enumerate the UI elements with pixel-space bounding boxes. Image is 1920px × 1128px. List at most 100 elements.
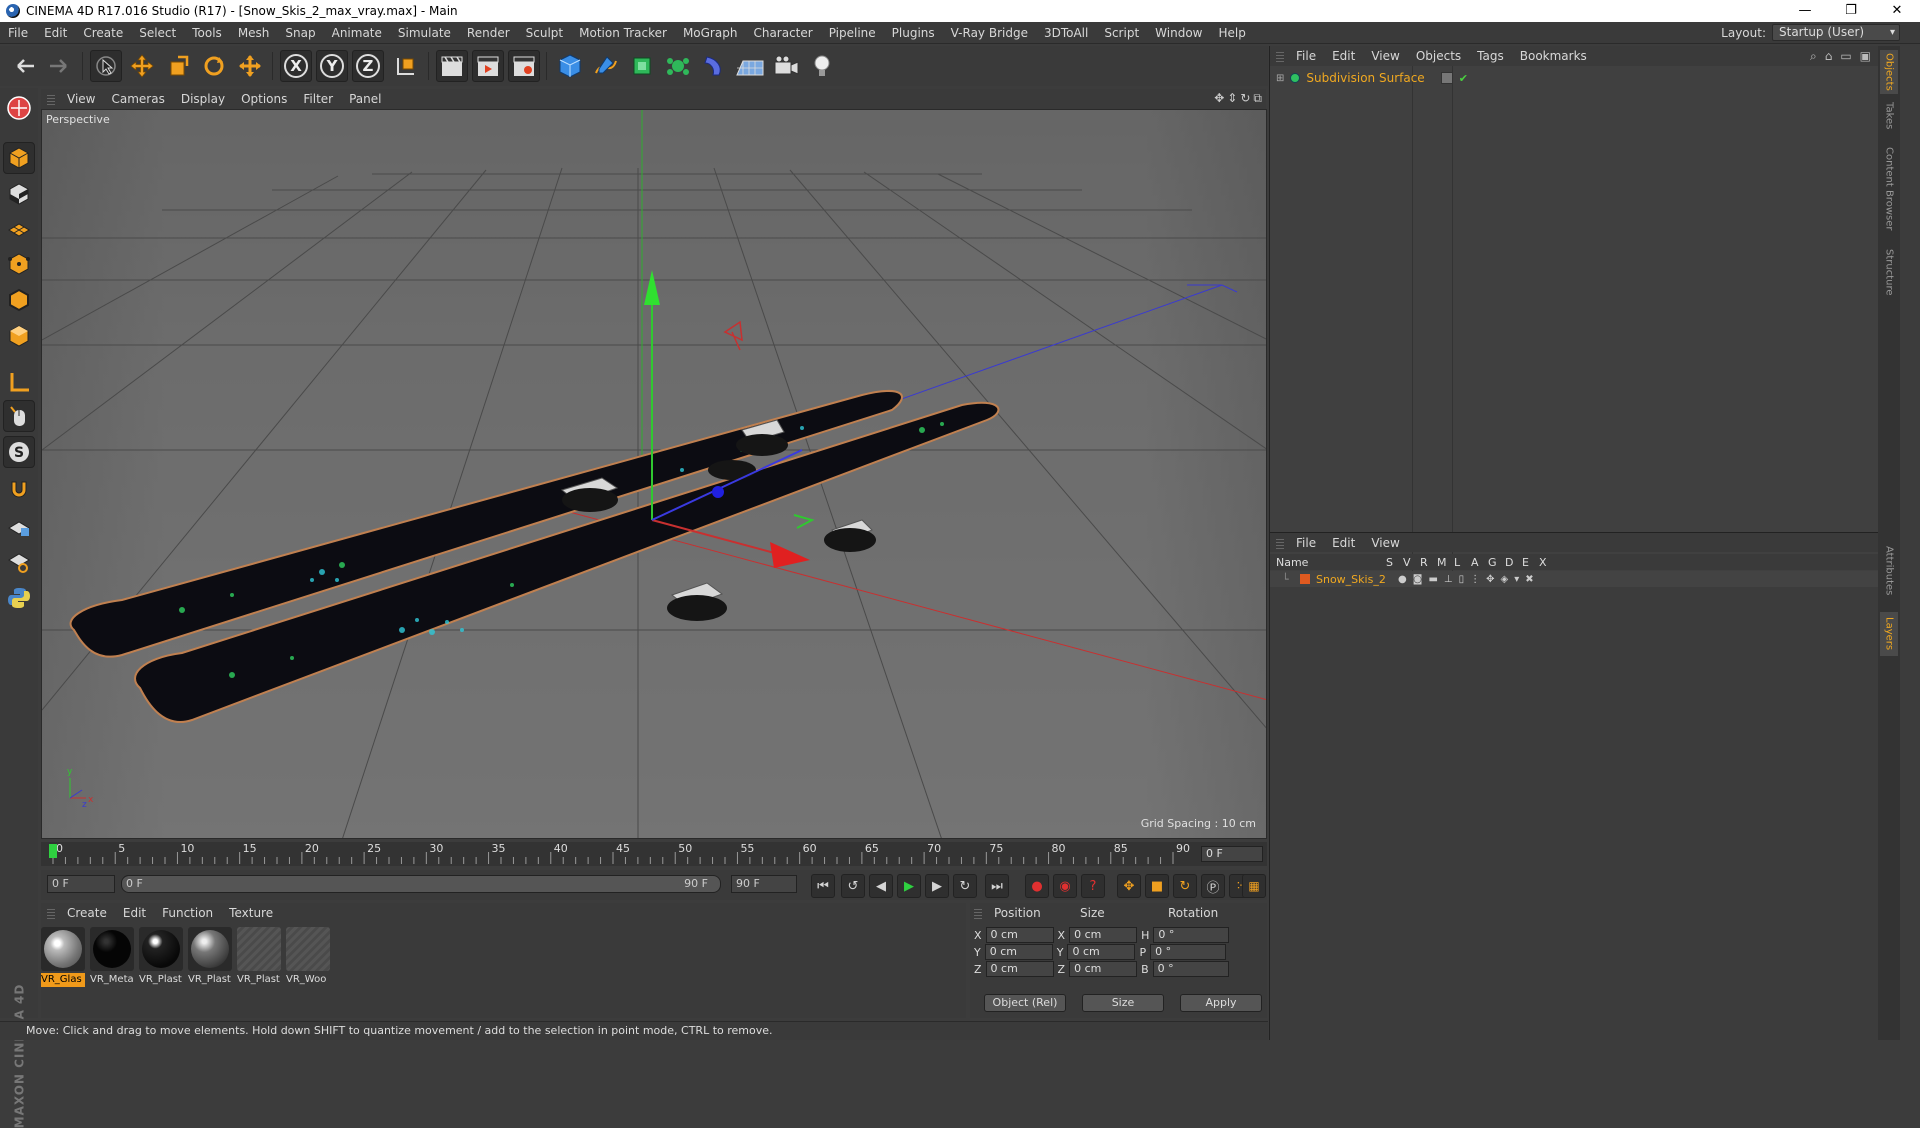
position-x-field[interactable]: 0 cm [985, 927, 1054, 943]
size-y-field[interactable]: 0 cm [1067, 944, 1136, 960]
make-editable-button[interactable] [3, 92, 35, 124]
menu-file[interactable]: File [0, 26, 36, 40]
previous-key-button[interactable]: ↺ [841, 874, 865, 898]
keyframe-selection-button[interactable]: ? [1081, 874, 1105, 898]
rotation-p-field[interactable]: 0 ° [1150, 944, 1227, 960]
pan-icon[interactable]: ✥ [1214, 91, 1224, 106]
render-to-picture-viewer-button[interactable] [472, 50, 504, 82]
manager-flag-icon[interactable]: ⊥ [1444, 574, 1453, 585]
layer-column-r[interactable]: R [1420, 556, 1437, 569]
size-x-field[interactable]: 0 cm [1069, 927, 1138, 943]
tab-layers[interactable]: Layers [1880, 612, 1898, 656]
move-tool-button[interactable] [126, 50, 158, 82]
object-row[interactable]: ⊞ Subdivision Surface ✔ [1276, 70, 1468, 86]
expressions-flag-icon[interactable]: ▾ [1514, 574, 1519, 585]
lock-icon[interactable]: ▣ [1860, 49, 1871, 64]
close-button[interactable]: ✕ [1874, 0, 1920, 22]
menu-simulate[interactable]: Simulate [390, 26, 459, 40]
menu-pipeline[interactable]: Pipeline [821, 26, 884, 40]
tab-structure[interactable]: Structure [1880, 244, 1898, 300]
position-z-field[interactable]: 0 cm [985, 961, 1054, 977]
menu-edit[interactable]: Edit [36, 26, 75, 40]
rotation-b-field[interactable]: 0 ° [1152, 961, 1229, 977]
objects-menu-view[interactable]: View [1363, 49, 1407, 63]
polygons-mode-button[interactable] [3, 320, 35, 352]
new-view-icon[interactable]: ▭ [1840, 49, 1851, 64]
layer-column-a[interactable]: A [1471, 556, 1488, 569]
record-keys-button[interactable]: ● [1025, 874, 1049, 898]
workplane-mode-button[interactable] [3, 212, 35, 244]
viewport-menu-options[interactable]: Options [233, 92, 295, 106]
timeline-window-button[interactable]: ▦ [1242, 874, 1266, 898]
material-swatch[interactable]: VR_Plast [188, 927, 232, 987]
xref-flag-icon[interactable]: ✖ [1525, 574, 1533, 585]
texture-mode-button[interactable] [3, 178, 35, 210]
material-swatch[interactable]: VR_Glas [41, 927, 85, 987]
object-manager[interactable]: ⊞ Subdivision Surface ✔ [1270, 66, 1879, 574]
scale-tool-button[interactable] [162, 50, 194, 82]
home-icon[interactable]: ⌂ [1825, 49, 1833, 64]
menu-snap[interactable]: Snap [277, 26, 323, 40]
material-menu-function[interactable]: Function [154, 906, 221, 920]
layers-menu-view[interactable]: View [1363, 536, 1407, 550]
layer-column-d[interactable]: D [1505, 556, 1522, 569]
orbit-icon[interactable]: ↻ [1240, 91, 1250, 106]
material-menu-create[interactable]: Create [59, 906, 115, 920]
render-view-button[interactable] [436, 50, 468, 82]
dolly-icon[interactable]: ⇕ [1227, 91, 1237, 106]
z-axis-button[interactable]: Z [352, 50, 384, 82]
layout-dropdown[interactable]: Startup (User) [1772, 24, 1900, 41]
tab-content-browser[interactable]: Content Browser [1880, 140, 1898, 238]
layer-flags[interactable]: ● ◙ ▬ ⊥ ▯ ⋮ ✥ ◈ ▾ ✖ [1398, 574, 1534, 585]
recent-tool-button[interactable] [234, 50, 266, 82]
menu-animate[interactable]: Animate [324, 26, 390, 40]
layer-column-x[interactable]: X [1539, 556, 1556, 569]
solo-flag-icon[interactable]: ● [1398, 574, 1407, 585]
tweak-mode-button[interactable] [3, 400, 35, 432]
points-mode-button[interactable] [3, 248, 35, 280]
apply-button[interactable]: Apply [1180, 994, 1262, 1012]
add-subdivision-button[interactable] [626, 50, 658, 82]
x-axis-button[interactable]: X [280, 50, 312, 82]
undo-button[interactable] [8, 50, 40, 82]
material-swatch[interactable]: VR_Woo [286, 927, 330, 987]
menu-v-ray-bridge[interactable]: V-Ray Bridge [943, 26, 1036, 40]
locked-flag-icon[interactable]: ▯ [1459, 574, 1465, 585]
solo-button[interactable]: S [3, 436, 35, 468]
go-to-end-button[interactable]: ⏭ [985, 874, 1009, 898]
objects-menu-objects[interactable]: Objects [1408, 49, 1469, 63]
add-light-button[interactable] [806, 50, 838, 82]
object-name[interactable]: Subdivision Surface [1306, 71, 1424, 85]
menu-window[interactable]: Window [1147, 26, 1210, 40]
viewport-menu-view[interactable]: View [59, 92, 103, 106]
layers-menu-file[interactable]: File [1288, 536, 1324, 550]
material-menu-texture[interactable]: Texture [221, 906, 281, 920]
layers-menu-edit[interactable]: Edit [1324, 536, 1363, 550]
end-frame-field[interactable]: 90 F [731, 875, 797, 893]
size-mode-dropdown[interactable]: Size [1082, 994, 1164, 1012]
viewport-menu-panel[interactable]: Panel [341, 92, 389, 106]
timeline-ruler[interactable]: 0 5 10 15 20 25 30 35 40 45 50 55 60 65 70 75 80 85 90 0 F [41, 842, 1267, 866]
subdivision-tag-icon[interactable] [1440, 72, 1453, 84]
viewport-menu-cameras[interactable]: Cameras [103, 92, 172, 106]
next-key-button[interactable]: ↻ [953, 874, 977, 898]
axis-mode-button[interactable] [3, 366, 35, 398]
layer-column-l[interactable]: L [1454, 556, 1471, 569]
menu-mesh[interactable]: Mesh [230, 26, 278, 40]
layer-column-name[interactable]: Name [1270, 556, 1386, 569]
size-z-field[interactable]: 0 cm [1069, 961, 1138, 977]
menu-motion-tracker[interactable]: Motion Tracker [571, 26, 675, 40]
maximize-icon[interactable]: ⧉ [1253, 91, 1262, 106]
layer-column-v[interactable]: V [1403, 556, 1420, 569]
add-camera-button[interactable] [770, 50, 802, 82]
tab-takes[interactable]: Takes [1880, 98, 1898, 134]
viewport-menu-filter[interactable]: Filter [295, 92, 341, 106]
live-selection-button[interactable] [90, 50, 122, 82]
current-frame-field[interactable]: 0 F [1201, 846, 1263, 862]
tab-objects[interactable]: Objects [1880, 50, 1898, 94]
add-floor-button[interactable] [734, 50, 766, 82]
planar-workplane-button[interactable] [3, 546, 35, 578]
key-rotation-button[interactable]: ↻ [1173, 874, 1197, 898]
coordinate-mode-dropdown[interactable]: Object (Rel) [984, 994, 1066, 1012]
deformers-flag-icon[interactable]: ◈ [1501, 574, 1509, 585]
